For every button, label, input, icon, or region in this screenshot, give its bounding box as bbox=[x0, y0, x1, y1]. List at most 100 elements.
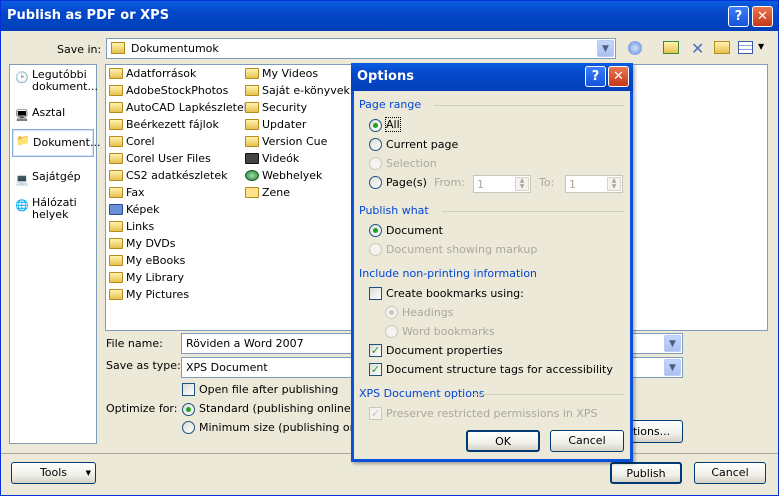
list-item[interactable]: Security bbox=[244, 100, 307, 116]
help-icon[interactable]: ? bbox=[585, 66, 606, 87]
up-folder-icon[interactable] bbox=[663, 41, 679, 54]
place-label: Legutóbbi dokument... bbox=[32, 68, 98, 93]
list-item[interactable]: Updater bbox=[244, 117, 306, 133]
cancel-button[interactable]: Cancel bbox=[694, 462, 766, 484]
open-after-label: Open file after publishing bbox=[199, 383, 339, 396]
list-item-label: CS2 adatkészletek bbox=[126, 169, 228, 182]
ok-button[interactable]: OK bbox=[466, 430, 540, 452]
list-item[interactable]: My Pictures bbox=[108, 287, 189, 303]
doc-markup-label: Document showing markup bbox=[386, 243, 538, 256]
list-item[interactable]: My Videos bbox=[244, 66, 318, 82]
list-item-label: My Library bbox=[126, 271, 184, 284]
close-icon[interactable]: ✕ bbox=[608, 66, 629, 87]
chevron-down-icon[interactable]: ▼ bbox=[664, 359, 681, 376]
views-chevron-icon[interactable]: ▼ bbox=[758, 42, 764, 51]
optimize-label: Optimize for: bbox=[106, 402, 178, 415]
doc-structure-checkbox[interactable]: ✓ bbox=[369, 363, 382, 376]
list-item[interactable]: My DVDs bbox=[108, 236, 176, 252]
list-item[interactable]: My Library bbox=[108, 270, 184, 286]
list-item-label: Beérkezett fájlok bbox=[126, 118, 219, 131]
document-radio[interactable] bbox=[369, 224, 382, 237]
pages-radio[interactable] bbox=[369, 176, 382, 189]
list-item[interactable]: Zene bbox=[244, 185, 290, 201]
word-bookmarks-radio[interactable] bbox=[385, 325, 398, 338]
list-item[interactable]: Képek bbox=[108, 202, 160, 218]
views-icon[interactable] bbox=[738, 41, 753, 54]
place-desktop[interactable]: 🖥 Asztal bbox=[12, 105, 94, 123]
list-item[interactable]: My eBooks bbox=[108, 253, 185, 269]
doc-markup-radio[interactable] bbox=[369, 243, 382, 256]
publish-button[interactable]: Publish bbox=[610, 462, 682, 484]
headings-radio[interactable] bbox=[385, 306, 398, 319]
preserve-label: Preserve restricted permissions in XPS bbox=[386, 407, 598, 420]
list-item[interactable]: Webhelyek bbox=[244, 168, 322, 184]
save-in-combo[interactable]: Dokumentumok ▼ bbox=[106, 38, 616, 59]
chevron-down-icon[interactable]: ▼ bbox=[664, 335, 681, 352]
current-page-radio[interactable] bbox=[369, 138, 382, 151]
folder-icon bbox=[109, 255, 123, 266]
place-recent[interactable]: 🕑 Legutóbbi dokument... bbox=[12, 67, 98, 95]
place-network[interactable]: 🌐 Hálózati helyek bbox=[12, 195, 82, 223]
divider bbox=[472, 394, 624, 395]
delete-icon[interactable]: ✕ bbox=[691, 39, 704, 58]
chevron-down-icon[interactable]: ▼ bbox=[597, 40, 614, 57]
list-item[interactable]: Beérkezett fájlok bbox=[108, 117, 219, 133]
xps-options-heading: XPS Document options bbox=[359, 387, 485, 400]
optimize-standard-radio[interactable] bbox=[182, 403, 195, 416]
to-input[interactable]: 1 ▲ ▼ bbox=[565, 175, 623, 193]
options-cancel-button[interactable]: Cancel bbox=[550, 430, 624, 452]
list-item[interactable]: Corel bbox=[108, 134, 155, 150]
new-folder-icon[interactable] bbox=[714, 41, 730, 54]
folder-icon bbox=[109, 68, 123, 79]
list-item[interactable]: AdobeStockPhotos bbox=[108, 83, 228, 99]
preserve-checkbox[interactable]: ✓ bbox=[369, 407, 382, 420]
list-item[interactable]: Links bbox=[108, 219, 154, 235]
from-label: From: bbox=[434, 176, 465, 189]
network-places-icon: 🌐 bbox=[15, 199, 29, 212]
publish-what-heading: Publish what bbox=[359, 204, 429, 217]
list-item[interactable]: Videók bbox=[244, 151, 299, 167]
pages-label: Page(s) bbox=[386, 176, 427, 189]
save-as-type-value: XPS Document bbox=[186, 361, 268, 374]
place-my-computer[interactable]: 💻 Sajátgép bbox=[12, 169, 94, 187]
close-icon[interactable]: ✕ bbox=[752, 6, 773, 27]
window-title: Publish as PDF or XPS bbox=[7, 8, 170, 23]
list-item-label: AdobeStockPhotos bbox=[126, 84, 229, 97]
save-in-value: Dokumentumok bbox=[131, 42, 219, 55]
folder-icon bbox=[109, 119, 123, 130]
spinner-icon[interactable]: ▲ ▼ bbox=[607, 177, 621, 191]
nonprint-heading: Include non-printing information bbox=[359, 267, 538, 280]
list-item-label: My Videos bbox=[262, 67, 319, 80]
list-item[interactable]: Adatforrások bbox=[108, 66, 196, 82]
help-icon[interactable]: ? bbox=[728, 6, 749, 27]
back-icon[interactable] bbox=[628, 41, 642, 55]
divider bbox=[434, 105, 624, 106]
from-input[interactable]: 1 ▲ ▼ bbox=[473, 175, 531, 193]
list-item[interactable]: CS2 adatkészletek bbox=[108, 168, 227, 184]
all-radio[interactable] bbox=[369, 119, 382, 132]
list-item-label: My Pictures bbox=[126, 288, 190, 301]
folder-icon bbox=[109, 238, 123, 249]
list-item[interactable]: Version Cue bbox=[244, 134, 327, 150]
folder-icon bbox=[245, 85, 259, 96]
create-bookmarks-label: Create bookmarks using: bbox=[386, 287, 524, 300]
place-documents[interactable]: 📁 Dokument... bbox=[12, 129, 100, 157]
list-item-label: Updater bbox=[262, 118, 307, 131]
optimize-minimum-radio[interactable] bbox=[182, 421, 195, 434]
doc-properties-checkbox[interactable]: ✓ bbox=[369, 344, 382, 357]
save-in-label: Save in: bbox=[57, 43, 102, 56]
list-item-label: Security bbox=[262, 101, 308, 114]
folder-icon bbox=[245, 102, 259, 113]
file-name-label: File name: bbox=[106, 337, 163, 350]
list-item[interactable]: Saját e-könyvek bbox=[244, 83, 350, 99]
create-bookmarks-checkbox[interactable] bbox=[369, 287, 382, 300]
list-item[interactable]: AutoCAD Lapkészletek bbox=[108, 100, 250, 116]
folder-icon bbox=[109, 289, 123, 300]
list-item-label: Saját e-könyvek bbox=[262, 84, 350, 97]
selection-radio[interactable] bbox=[369, 157, 382, 170]
list-item[interactable]: Corel User Files bbox=[108, 151, 211, 167]
tools-button[interactable]: Tools ▼ bbox=[11, 462, 96, 484]
open-after-checkbox[interactable] bbox=[182, 383, 195, 396]
spinner-icon[interactable]: ▲ ▼ bbox=[515, 177, 529, 191]
list-item[interactable]: Fax bbox=[108, 185, 145, 201]
